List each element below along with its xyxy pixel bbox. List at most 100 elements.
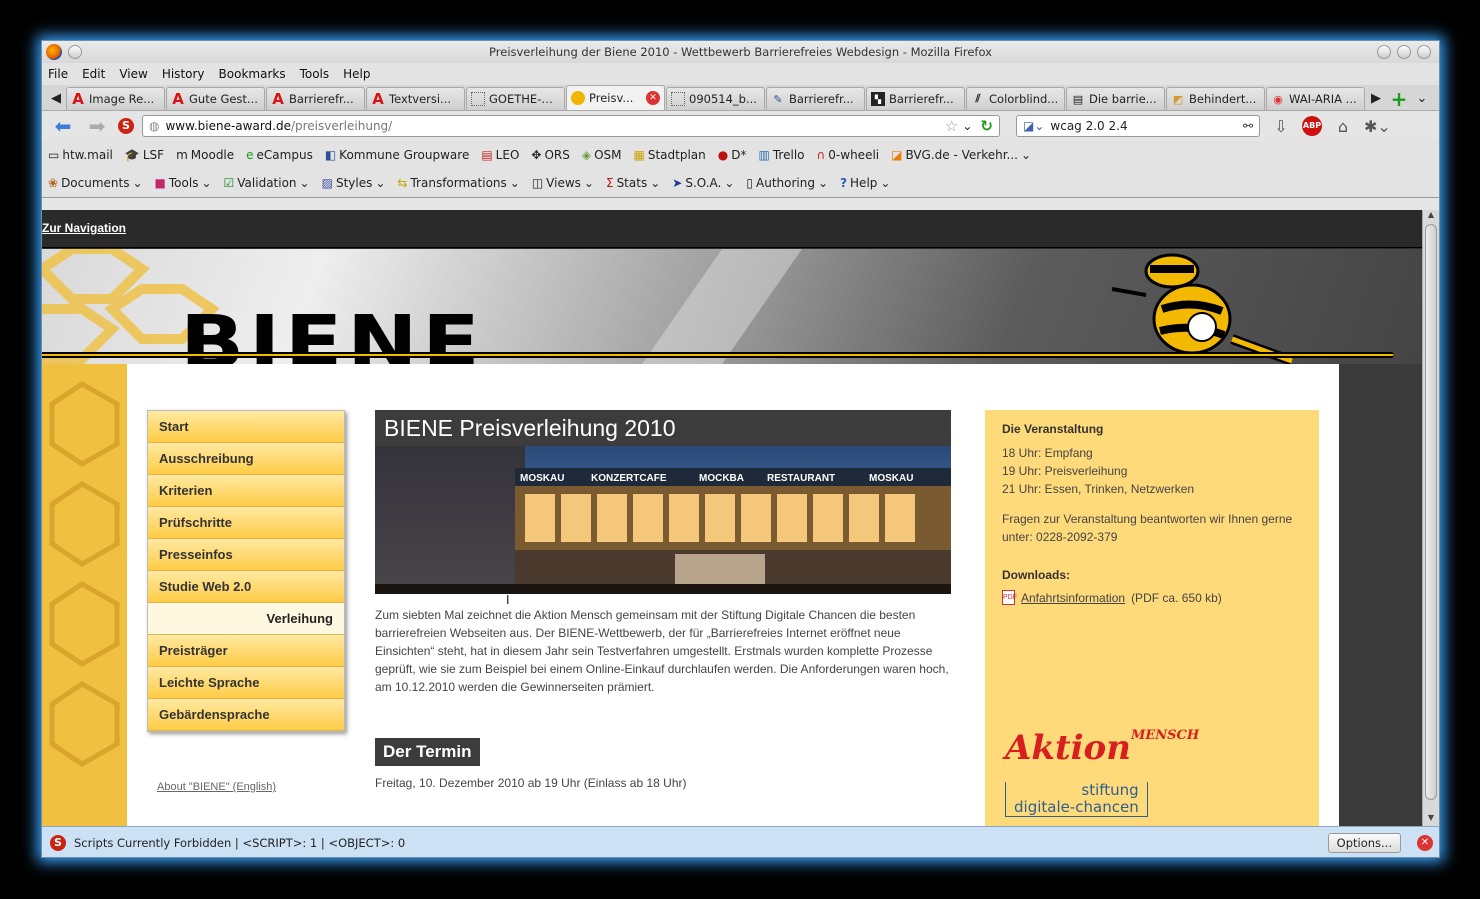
bookmark-item[interactable]: e eCampus [246, 148, 313, 162]
tab-6-active[interactable]: Preisv... ✕ [566, 85, 665, 110]
about-biene-english-link[interactable]: About "BIENE" (English) [157, 781, 276, 793]
chevron-down-icon: ⌄ [132, 176, 143, 190]
menu-bookmarks[interactable]: Bookmarks [219, 67, 286, 81]
tab-7[interactable]: 090514_b... [666, 87, 765, 110]
bookmark-item[interactable]: ▤ LEO [481, 148, 519, 162]
bookmark-item[interactable]: ▦ Stadtplan [634, 148, 706, 162]
nav-item-verleihung-active[interactable]: Verleihung [148, 603, 344, 635]
forward-arrow-icon[interactable]: ➡ [84, 114, 110, 138]
nav-item-presseinfos[interactable]: Presseinfos [148, 539, 344, 571]
close-notification-icon[interactable]: ✕ [1417, 834, 1433, 851]
search-engine-icon[interactable]: ◪⌄ [1023, 119, 1044, 133]
tools-icon[interactable]: ✱⌄ [1364, 117, 1391, 136]
dev-menu-styles[interactable]: ▨ Styles ⌄ [322, 176, 386, 190]
back-arrow-icon[interactable]: ⬅ [50, 114, 76, 138]
event-sidebar: Die Veranstaltung 18 Uhr: Empfang 19 Uhr… [985, 410, 1319, 826]
scroll-up-icon[interactable]: ▲ [1423, 210, 1439, 223]
firefox-icon[interactable] [46, 44, 62, 60]
tab-label: Colorblind... [989, 92, 1059, 106]
adblock-icon[interactable]: ABP [1302, 116, 1322, 136]
bookmark-item[interactable]: 🎓 LSF [125, 148, 164, 162]
nav-item-preistraeger[interactable]: Preisträger [148, 635, 344, 667]
nav-item-start[interactable]: Start [148, 411, 344, 443]
tab-4[interactable]: A Textversi... [366, 87, 465, 110]
dev-menu-help[interactable]: ? Help ⌄ [840, 176, 890, 190]
minimize-button[interactable] [1377, 45, 1391, 59]
help-icon: ? [840, 176, 848, 190]
nav-item-gebaerdensprache[interactable]: Gebärdensprache [148, 699, 344, 731]
noscript-status-text: Scripts Currently Forbidden | <SCRIPT>: … [74, 835, 406, 850]
tab-5[interactable]: GOETHE-Z... [466, 87, 565, 110]
window-menu-button[interactable] [68, 45, 82, 59]
dev-menu-validation[interactable]: ☑ Validation ⌄ [224, 176, 310, 190]
menu-tools[interactable]: Tools [300, 67, 330, 81]
dev-label: Views [546, 176, 581, 190]
tab-3[interactable]: A Barrierefr... [266, 87, 365, 110]
dev-menu-documents[interactable]: ❀ Documents ⌄ [48, 176, 143, 190]
adobe-icon: A [372, 90, 384, 108]
image-icon: ◩ [1172, 92, 1184, 106]
bookmark-item[interactable]: ◈ OSM [582, 148, 622, 162]
tab-1[interactable]: A Image Re... [66, 87, 165, 110]
binoculars-icon[interactable]: ⚯ [1243, 119, 1253, 133]
dev-menu-views[interactable]: ◫ Views ⌄ [532, 176, 594, 190]
chevron-down-icon: ⌄ [650, 176, 661, 190]
tab-13[interactable]: ◉ WAI-ARIA ... [1266, 87, 1365, 110]
vertical-scrollbar[interactable]: ▲ ▼ [1422, 210, 1439, 826]
dev-menu-authoring[interactable]: ▯ Authoring ⌄ [746, 176, 828, 190]
bookmark-item[interactable]: ✥ ORS [531, 148, 569, 162]
menu-edit[interactable]: Edit [82, 67, 105, 81]
dev-menu-tools[interactable]: ■ Tools ⌄ [155, 176, 212, 190]
url-history-chevron-icon[interactable]: ⌄ [962, 119, 972, 133]
bookmark-folder[interactable]: ◪ BVG.de - Verkehr... ⌄ [891, 148, 1031, 162]
stiftung-digitale-chancen-logo[interactable]: stiftung digitale-chancen [1005, 782, 1148, 817]
nav-item-pruefschritte[interactable]: Prüfschritte [148, 507, 344, 539]
tab-scroll-right-icon[interactable]: ▶ [1366, 88, 1386, 110]
close-window-button[interactable] [1417, 45, 1431, 59]
reload-icon[interactable]: ↻ [980, 117, 993, 135]
tab-8[interactable]: ✎ Barrierefr... [766, 87, 865, 110]
download-arrow-icon[interactable]: ⇩ [1268, 117, 1294, 136]
maximize-button[interactable] [1397, 45, 1411, 59]
noscript-icon[interactable]: S [118, 118, 134, 134]
close-tab-icon[interactable]: ✕ [646, 91, 660, 105]
url-bar[interactable]: ◍ www.biene-award.de/preisverleihung/ ☆ … [142, 115, 1000, 137]
bookmark-star-icon[interactable]: ☆ [945, 117, 958, 135]
groupware-icon: ◧ [324, 148, 337, 162]
nav-item-ausschreibung[interactable]: Ausschreibung [148, 443, 344, 475]
tab-12[interactable]: ◩ Behindert... [1166, 87, 1265, 110]
skip-to-navigation-link[interactable]: Zur Navigation [42, 221, 126, 235]
scrollbar-thumb[interactable] [1425, 224, 1437, 800]
bookmark-item[interactable]: ◧ Kommune Groupware [325, 148, 470, 162]
menu-history[interactable]: History [162, 67, 205, 81]
tab-list-chevron-icon[interactable]: ⌄ [1412, 88, 1432, 110]
bookmark-item[interactable]: ∩ 0-wheeli [817, 148, 880, 162]
home-icon[interactable]: ⌂ [1330, 117, 1356, 136]
bookmark-label: eCampus [256, 148, 313, 162]
tab-2[interactable]: A Gute Gest... [166, 87, 265, 110]
tab-9[interactable]: ▚ Barrierefr... [866, 87, 965, 110]
new-tab-icon[interactable]: + [1386, 88, 1412, 110]
nav-item-leichte-sprache[interactable]: Leichte Sprache [148, 667, 344, 699]
tab-10[interactable]: ⫽ Colorblind... [966, 87, 1065, 110]
bookmark-item[interactable]: ● D* [718, 148, 747, 162]
dev-menu-soa[interactable]: ➤ S.O.A. ⌄ [672, 176, 734, 190]
bookmark-item[interactable]: ▭ htw.mail [48, 148, 113, 162]
options-button[interactable]: Options... [1327, 832, 1401, 853]
dev-menu-stats[interactable]: Σ Stats ⌄ [606, 176, 660, 190]
nav-item-studie[interactable]: Studie Web 2.0 [148, 571, 344, 603]
download-link[interactable]: Anfahrtsinformation [1021, 591, 1125, 605]
menu-view[interactable]: View [119, 67, 147, 81]
search-input[interactable]: wcag 2.0 2.4 [1050, 119, 1127, 133]
menu-help[interactable]: Help [343, 67, 370, 81]
dev-menu-transformations[interactable]: ⇆ Transformations ⌄ [397, 176, 519, 190]
nav-item-kriterien[interactable]: Kriterien [148, 475, 344, 507]
tab-11[interactable]: ▤ Die barrie... [1066, 87, 1165, 110]
tab-scroll-left-icon[interactable]: ◀ [46, 88, 66, 110]
bookmark-item[interactable]: m Moodle [176, 148, 234, 162]
scroll-down-icon[interactable]: ▼ [1423, 813, 1439, 826]
aktion-mensch-logo[interactable]: AktionMENSCH [1005, 728, 1199, 768]
search-bar[interactable]: ◪⌄ wcag 2.0 2.4 ⚯ [1016, 115, 1260, 137]
bookmark-item[interactable]: ▥ Trello [759, 148, 805, 162]
menu-file[interactable]: File [48, 67, 68, 81]
